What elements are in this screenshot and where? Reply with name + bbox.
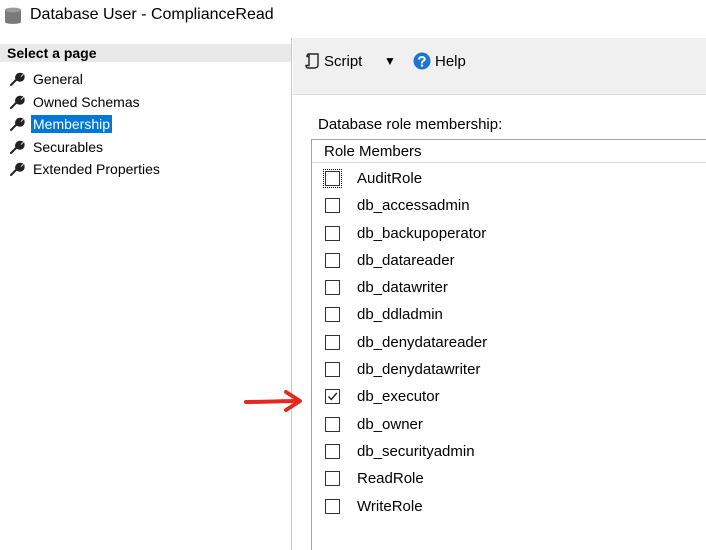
select-page-label: Select a page [7, 45, 97, 61]
role-checkbox[interactable] [325, 416, 340, 432]
wrench-icon [10, 95, 25, 109]
help-label: Help [435, 53, 466, 70]
wrench-icon [10, 162, 25, 176]
role-name: db_executor [357, 388, 440, 406]
membership-page: Database role membership: Role Members A… [293, 95, 706, 550]
role-checkbox[interactable] [325, 443, 340, 459]
database-icon [4, 6, 22, 31]
script-icon [305, 53, 319, 69]
dropdown-arrow-icon[interactable]: ▼ [384, 54, 396, 68]
wrench-icon [10, 72, 25, 86]
role-membership-label: Database role membership: [318, 116, 503, 133]
column-header-label: Role Members [324, 143, 422, 160]
role-name: WriteRole [357, 497, 423, 515]
role-checkbox[interactable] [325, 307, 340, 323]
wrench-icon [10, 140, 25, 154]
role-row[interactable]: db_securityadmin [312, 439, 706, 466]
role-row[interactable]: AuditRole [312, 166, 706, 193]
page-item-membership[interactable]: Membership [0, 114, 291, 137]
page-item-general[interactable]: General [0, 69, 291, 92]
checkmark-icon [327, 392, 338, 401]
role-row[interactable]: WriteRole [312, 494, 706, 521]
script-button[interactable]: Script ▼ [305, 52, 396, 72]
page-item-label: Membership [31, 115, 113, 133]
role-checkbox[interactable] [325, 252, 340, 268]
role-row[interactable]: ReadRole [312, 466, 706, 493]
role-checkbox[interactable] [325, 498, 340, 514]
role-name: db_securityadmin [357, 442, 475, 460]
page-item-extended-properties[interactable]: Extended Properties [0, 159, 291, 182]
role-row[interactable]: db_accessadmin [312, 193, 706, 220]
role-name: db_owner [357, 415, 423, 433]
role-checkbox[interactable] [325, 225, 340, 241]
role-name: db_datawriter [357, 279, 448, 297]
toolbar: Script ▼ Help [293, 38, 706, 95]
role-row[interactable]: db_denydatareader [312, 330, 706, 357]
role-members-column-header[interactable]: Role Members [312, 140, 706, 163]
select-page-header: Select a page [0, 44, 291, 62]
role-row[interactable]: db_ddladmin [312, 302, 706, 329]
role-row[interactable]: db_owner [312, 412, 706, 439]
page-item-label: Owned Schemas [33, 93, 140, 110]
role-checkbox[interactable] [325, 471, 340, 487]
role-list: AuditRole db_accessadmin db_backupoperator… [312, 166, 706, 521]
role-row[interactable]: db_backupoperator [312, 221, 706, 248]
role-row[interactable]: db_datawriter [312, 275, 706, 302]
help-icon [413, 52, 431, 70]
role-checkbox[interactable] [325, 389, 340, 405]
help-button[interactable]: Help [413, 52, 466, 72]
role-checkbox[interactable] [325, 280, 340, 296]
page-item-label: Securables [33, 138, 104, 155]
role-row[interactable]: db_executor [312, 384, 706, 411]
window-title: Database User - ComplianceRead [30, 6, 274, 23]
page-item-owned-schemas[interactable]: Owned Schemas [0, 92, 291, 115]
role-name: db_denydatareader [357, 333, 488, 351]
role-checkbox[interactable] [325, 198, 340, 214]
role-name: db_denydatawriter [357, 361, 481, 379]
title-bar: Database User - ComplianceRead [0, 0, 706, 38]
script-label: Script [324, 53, 363, 70]
role-name: db_accessadmin [357, 197, 470, 215]
page-selector-pane: Select a page General Owned Schemas Memb… [0, 38, 292, 550]
role-row[interactable]: db_denydatawriter [312, 357, 706, 384]
page-list: General Owned Schemas Membership Securab… [0, 69, 291, 182]
page-item-label: Extended Properties [33, 161, 160, 177]
page-item-securables[interactable]: Securables [0, 137, 291, 160]
red-arrow-annotation [244, 390, 302, 412]
role-name: db_backupoperator [357, 224, 487, 242]
role-checkbox[interactable] [325, 334, 340, 350]
role-members-grid[interactable]: Role Members AuditRole db_accessadmin db_b… [311, 139, 706, 550]
page-item-label: General [33, 71, 83, 87]
role-name: db_ddladmin [357, 306, 443, 324]
role-name: ReadRole [357, 470, 424, 488]
role-row[interactable]: db_datareader [312, 248, 706, 275]
role-checkbox[interactable] [325, 362, 340, 378]
role-checkbox[interactable] [323, 169, 342, 188]
wrench-icon [10, 117, 25, 131]
role-name: db_datareader [357, 251, 455, 269]
role-name: AuditRole [357, 170, 423, 187]
